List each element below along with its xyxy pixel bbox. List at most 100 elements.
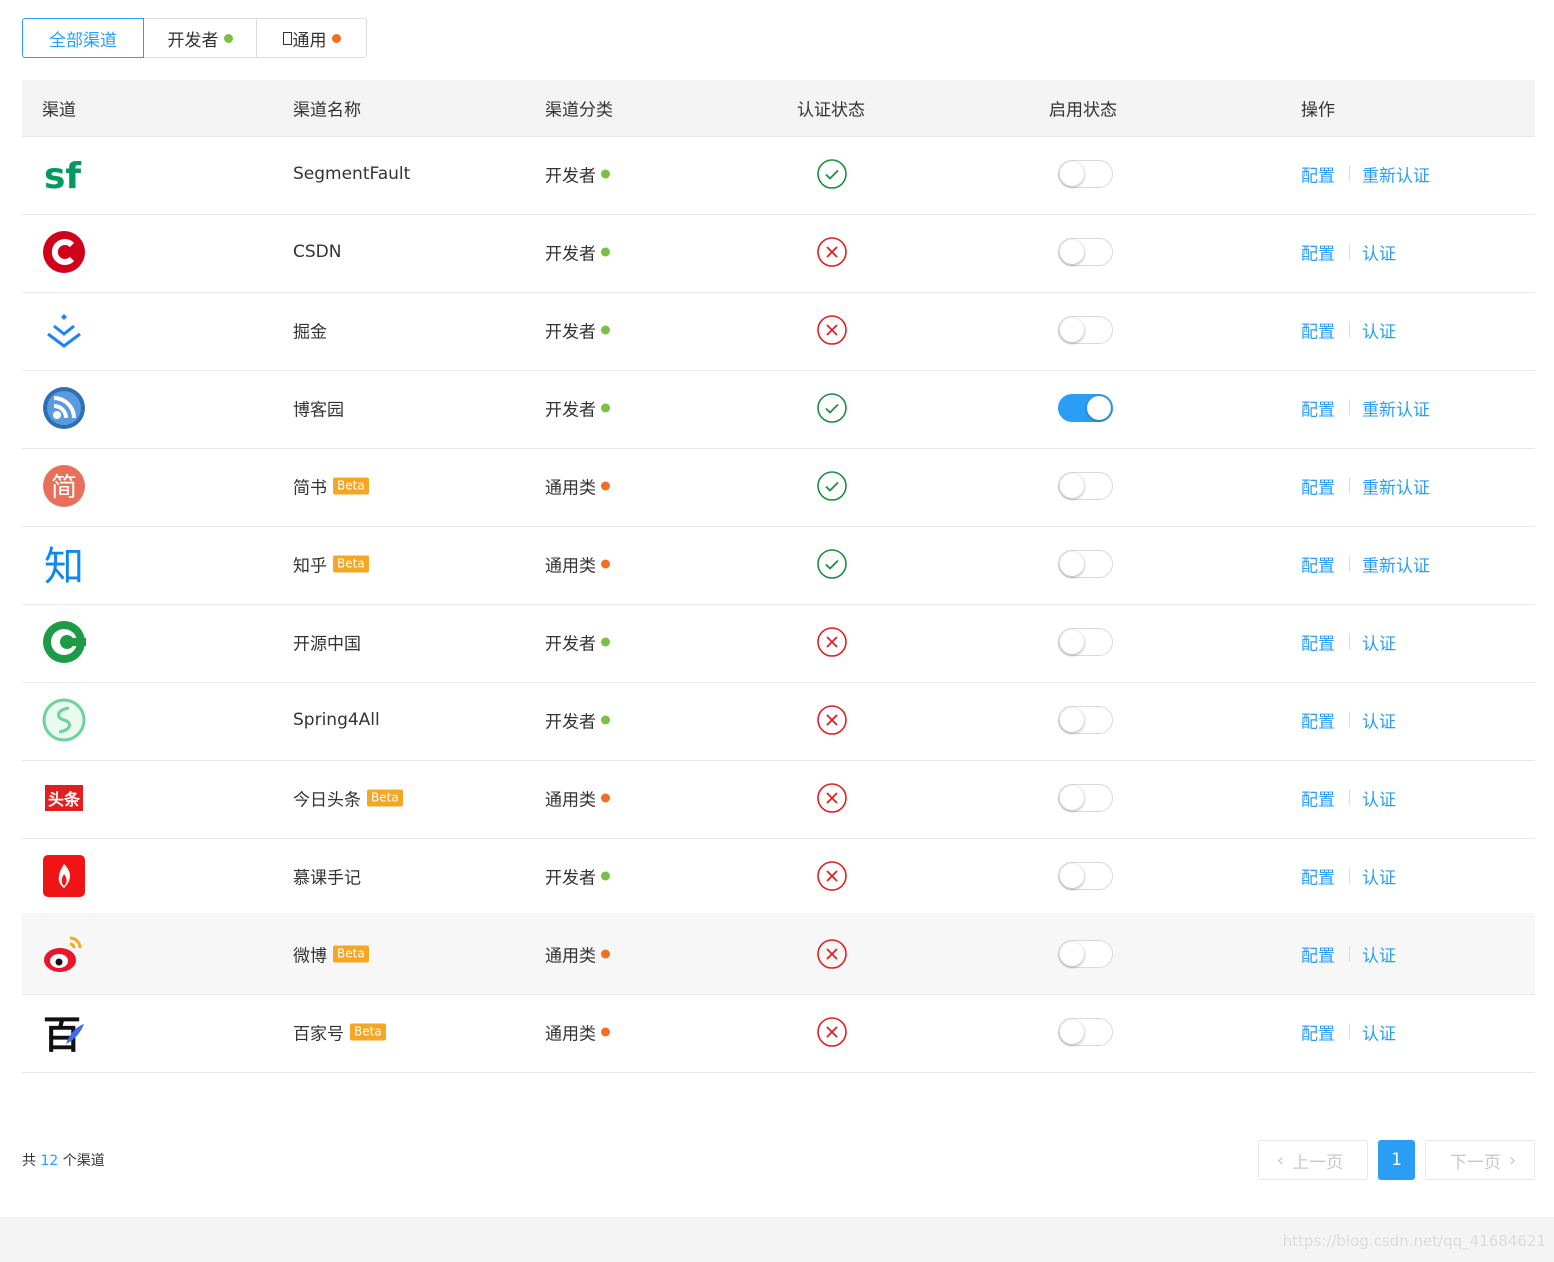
channel-category: 通用类: [545, 1019, 610, 1044]
spring4all-logo: [42, 698, 86, 742]
toggle-knob: [1060, 785, 1084, 810]
toggle-knob: [1060, 863, 1084, 888]
toggle-knob: [1060, 239, 1084, 264]
channel-name-text: Spring4All: [293, 709, 380, 730]
enable-toggle[interactable]: [1058, 627, 1113, 656]
auth-link[interactable]: 认证: [1362, 707, 1396, 732]
channel-category: 开发者: [545, 863, 610, 888]
category-text: 通用类: [545, 946, 596, 966]
auth-success-icon: [817, 158, 847, 189]
config-link[interactable]: 配置: [1301, 629, 1335, 654]
channel-category: 开发者: [545, 395, 610, 420]
category-text: 开发者: [545, 322, 596, 342]
channel-name-text: 博客园: [293, 400, 344, 420]
config-link[interactable]: 配置: [1301, 863, 1335, 888]
category-dot-icon: [601, 403, 610, 412]
toggle-knob: [1060, 629, 1084, 654]
auth-link[interactable]: 认证: [1362, 239, 1396, 264]
row-actions: 配置 重新认证: [1301, 395, 1430, 420]
channel-name-text: 今日头条: [293, 790, 361, 810]
toutiao-logo: 头条: [42, 776, 86, 820]
auth-failed-icon: [817, 626, 847, 657]
enable-toggle[interactable]: [1058, 1017, 1113, 1046]
config-link[interactable]: 配置: [1301, 785, 1335, 810]
toggle-knob: [1060, 707, 1084, 732]
category-dot-icon: [601, 325, 610, 334]
category-dot-icon: [601, 871, 610, 880]
tab-all-channels[interactable]: 全部渠道: [22, 18, 144, 58]
enable-toggle[interactable]: [1058, 393, 1113, 422]
table-row: 开源中国 开发者 配置 认证: [22, 601, 1535, 683]
table-row: sf SegmentFault 开发者 配置 重新认证: [22, 133, 1535, 215]
enable-toggle[interactable]: [1058, 237, 1113, 266]
enable-toggle[interactable]: [1058, 783, 1113, 812]
config-link[interactable]: 配置: [1301, 707, 1335, 732]
auth-link[interactable]: 认证: [1362, 941, 1396, 966]
config-link[interactable]: 配置: [1301, 161, 1335, 186]
action-divider: [1349, 399, 1350, 416]
auth-link[interactable]: 重新认证: [1362, 473, 1430, 498]
enable-toggle[interactable]: [1058, 159, 1113, 188]
beta-badge: Beta: [333, 555, 369, 572]
config-link[interactable]: 配置: [1301, 473, 1335, 498]
category-dot-icon: [601, 715, 610, 724]
page-button-current[interactable]: 1: [1378, 1140, 1415, 1180]
channel-name: 慕课手记: [293, 863, 361, 888]
tab-general[interactable]: 通用: [257, 18, 367, 58]
enable-toggle[interactable]: [1058, 705, 1113, 734]
auth-link[interactable]: 重新认证: [1362, 395, 1430, 420]
table-row: 慕课手记 开发者 配置 认证: [22, 835, 1535, 917]
row-actions: 配置 认证: [1301, 707, 1396, 732]
config-link[interactable]: 配置: [1301, 395, 1335, 420]
tab-label: 开发者: [167, 30, 219, 51]
channel-name: CSDN: [293, 242, 341, 262]
total-count: 12: [40, 1153, 59, 1169]
config-link[interactable]: 配置: [1301, 941, 1335, 966]
auth-link[interactable]: 认证: [1362, 1019, 1396, 1044]
juejin-logo: [42, 308, 86, 352]
header-enable-status: 启用状态: [1049, 100, 1117, 121]
config-link[interactable]: 配置: [1301, 317, 1335, 342]
category-dot-icon: [601, 559, 610, 568]
table-body: sf SegmentFault 开发者 配置 重新认证 CSDN 开发者 配置 认证 掘金 开发者配…: [22, 133, 1535, 1073]
enable-toggle[interactable]: [1058, 471, 1113, 500]
auth-link[interactable]: 认证: [1362, 317, 1396, 342]
prev-page-button[interactable]: ‹ 上一页: [1258, 1140, 1368, 1180]
svg-text:知: 知: [44, 544, 84, 586]
beta-badge: Beta: [367, 789, 403, 806]
config-link[interactable]: 配置: [1301, 239, 1335, 264]
next-page-button[interactable]: 下一页 ›: [1425, 1140, 1535, 1180]
auth-link[interactable]: 认证: [1362, 863, 1396, 888]
enable-toggle[interactable]: [1058, 315, 1113, 344]
category-dot-icon: [601, 1027, 610, 1036]
auth-link[interactable]: 重新认证: [1362, 551, 1430, 576]
config-link[interactable]: 配置: [1301, 551, 1335, 576]
tab-developer[interactable]: 开发者: [144, 18, 257, 58]
auth-link[interactable]: 重新认证: [1362, 161, 1430, 186]
enable-toggle[interactable]: [1058, 549, 1113, 578]
channel-name: SegmentFault: [293, 164, 410, 184]
enable-toggle[interactable]: [1058, 861, 1113, 890]
table-row: 知 知乎 Beta 通用类 配置 重新认证: [22, 523, 1535, 605]
auth-link[interactable]: 认证: [1362, 785, 1396, 810]
channel-filter-tabs: 全部渠道 开发者 通用: [22, 18, 367, 58]
zhihu-logo: 知: [42, 542, 86, 586]
category-dot-icon: [601, 481, 610, 490]
table-header: 渠道 渠道名称 渠道分类 认证状态 启用状态 操作: [22, 80, 1535, 137]
auth-failed-icon: [817, 860, 847, 891]
header-actions: 操作: [1301, 100, 1335, 121]
auth-failed-icon: [817, 236, 847, 267]
chevron-right-icon: ›: [1508, 1149, 1517, 1171]
toggle-knob: [1087, 395, 1111, 420]
toggle-knob: [1060, 161, 1084, 186]
config-link[interactable]: 配置: [1301, 1019, 1335, 1044]
total-count-text: 共 12 个渠道: [22, 1150, 105, 1170]
auth-failed-icon: [817, 704, 847, 735]
enable-toggle[interactable]: [1058, 939, 1113, 968]
channel-category: 开发者: [545, 317, 610, 342]
svg-text:简: 简: [51, 473, 77, 503]
cnblogs-logo: [42, 386, 86, 430]
page-number: 1: [1391, 1150, 1402, 1170]
auth-link[interactable]: 认证: [1362, 629, 1396, 654]
csdn-logo: [42, 230, 86, 274]
